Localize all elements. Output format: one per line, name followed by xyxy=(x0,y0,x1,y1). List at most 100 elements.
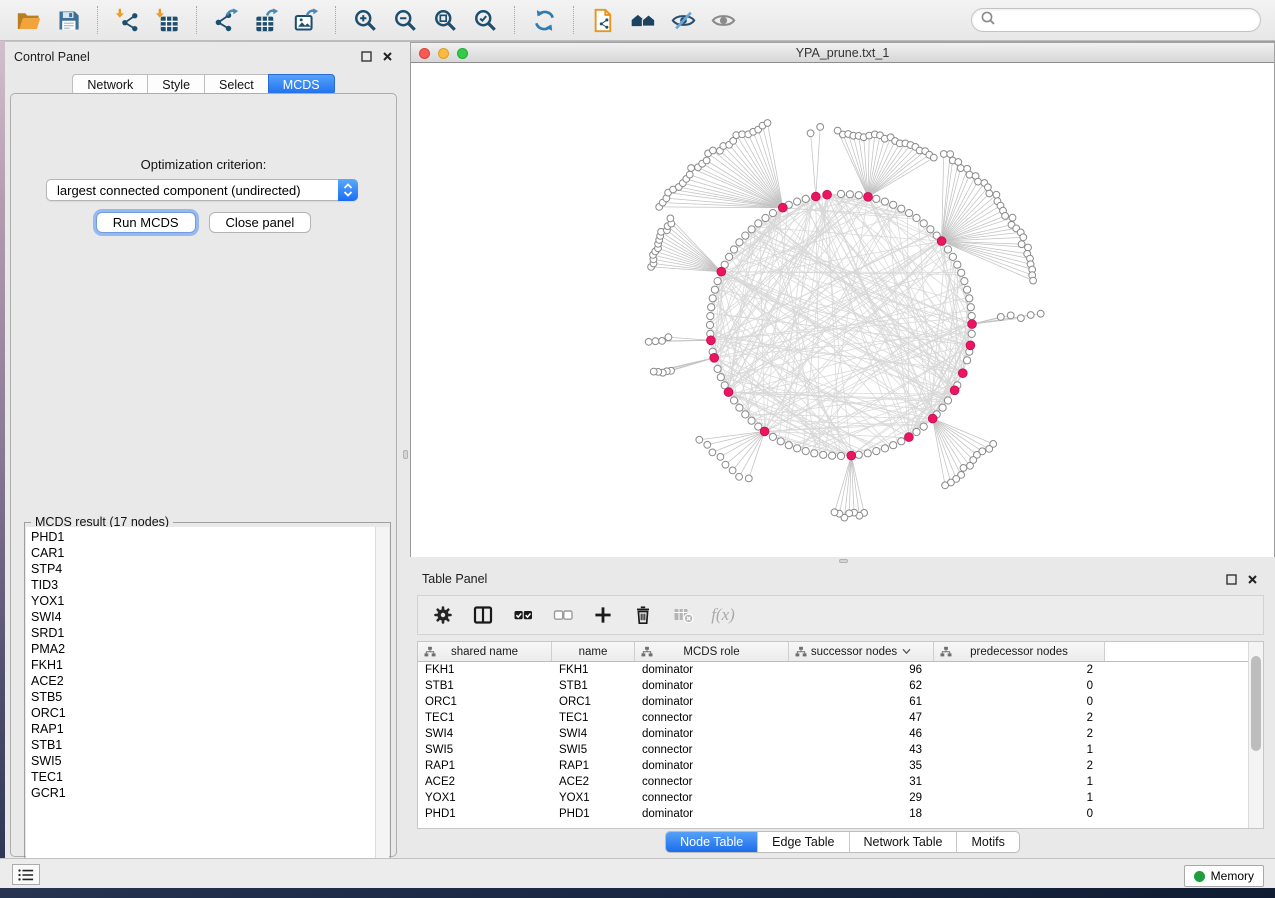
table-cell: RAP1 xyxy=(552,758,635,774)
tab-network-table[interactable]: Network Table xyxy=(850,832,958,852)
save-session-button[interactable] xyxy=(48,3,88,37)
import-table-button[interactable] xyxy=(147,3,187,37)
export-network-button[interactable] xyxy=(206,3,246,37)
column-header-successor-nodes[interactable]: successor nodes xyxy=(789,642,934,661)
delete-column-button[interactable] xyxy=(630,602,656,628)
tab-select[interactable]: Select xyxy=(204,74,268,95)
open-file-button[interactable] xyxy=(8,3,48,37)
save-session-icon xyxy=(55,7,82,34)
mcds-node-item[interactable]: SWI4 xyxy=(26,609,375,625)
table-row[interactable]: YOX1YOX1connector291 xyxy=(418,790,1263,806)
mcds-node-item[interactable]: YOX1 xyxy=(26,593,375,609)
close-mcds-button[interactable]: Close panel xyxy=(209,212,312,233)
export-image-button[interactable] xyxy=(286,3,326,37)
zoom-out-button[interactable] xyxy=(385,3,425,37)
mcds-node-item[interactable]: ACE2 xyxy=(26,673,375,689)
mcds-node-item[interactable]: CAR1 xyxy=(26,545,375,561)
apply-function-button: f(x) xyxy=(710,602,736,628)
table-row[interactable]: STB1STB1dominator620 xyxy=(418,678,1263,694)
show-all-icon xyxy=(710,7,737,34)
mcds-node-item[interactable]: TEC1 xyxy=(26,769,375,785)
zoom-in-button[interactable] xyxy=(345,3,385,37)
table-cell: connector xyxy=(635,710,789,726)
mcds-result-list[interactable]: PHD1CAR1STP4TID3YOX1SWI4SRD1PMA2FKH1ACE2… xyxy=(26,527,389,886)
mcds-node-item[interactable]: STP4 xyxy=(26,561,375,577)
float-table-panel-icon[interactable] xyxy=(1224,572,1238,586)
tab-edge-table[interactable]: Edge Table xyxy=(758,832,849,852)
hide-selected-button[interactable] xyxy=(663,3,703,37)
criterion-dropdown[interactable]: largest connected component (undirected) xyxy=(46,179,358,201)
search-icon xyxy=(980,10,995,30)
export-table-button[interactable] xyxy=(246,3,286,37)
select-all-rows-icon xyxy=(511,603,535,627)
table-row[interactable]: SWI4SWI4dominator462 xyxy=(418,726,1263,742)
vertical-splitter-handle[interactable] xyxy=(403,450,408,459)
search-input[interactable] xyxy=(1000,13,1252,27)
mcds-node-item[interactable]: PMA2 xyxy=(26,641,375,657)
column-header-shared-name[interactable]: shared name xyxy=(418,642,552,661)
table-row[interactable]: FKH1FKH1dominator962 xyxy=(418,662,1263,678)
table-row[interactable]: RAP1RAP1dominator352 xyxy=(418,758,1263,774)
mcds-node-item[interactable]: SWI5 xyxy=(26,753,375,769)
task-history-button[interactable] xyxy=(12,864,40,885)
delete-column-icon xyxy=(631,603,655,627)
table-cell: connector xyxy=(635,790,789,806)
table-row[interactable]: ORC1ORC1dominator610 xyxy=(418,694,1263,710)
memory-button[interactable]: Memory xyxy=(1184,865,1264,887)
network-window-titlebar[interactable]: YPA_prune.txt_1 xyxy=(410,42,1275,63)
first-neighbors-button[interactable] xyxy=(623,3,663,37)
table-row[interactable]: TEC1TEC1connector472 xyxy=(418,710,1263,726)
new-network-from-selection-button[interactable] xyxy=(583,3,623,37)
mcds-node-item[interactable]: FKH1 xyxy=(26,657,375,673)
network-view-canvas[interactable] xyxy=(410,63,1275,557)
horizontal-splitter-handle[interactable] xyxy=(839,559,848,563)
mcds-node-item[interactable]: STB5 xyxy=(26,689,375,705)
column-header-predecessor-nodes[interactable]: predecessor nodes xyxy=(934,642,1105,661)
column-header-name[interactable]: name xyxy=(552,642,635,661)
mcds-node-item[interactable]: TID3 xyxy=(26,577,375,593)
tab-mcds[interactable]: MCDS xyxy=(268,74,335,95)
column-header-MCDS-role[interactable]: MCDS role xyxy=(635,642,789,661)
import-table-icon xyxy=(154,7,181,34)
mcds-node-item[interactable]: RAP1 xyxy=(26,721,375,737)
zoom-selected-button[interactable] xyxy=(465,3,505,37)
table-cell: 47 xyxy=(789,710,934,726)
mcds-node-item[interactable]: PHD1 xyxy=(26,529,375,545)
table-cell: PHD1 xyxy=(552,806,635,822)
table-cell: 2 xyxy=(934,662,1105,678)
tab-node-table[interactable]: Node Table xyxy=(666,832,758,852)
close-panel-icon[interactable] xyxy=(380,49,394,63)
refresh-button[interactable] xyxy=(524,3,564,37)
add-column-button[interactable] xyxy=(590,602,616,628)
select-all-rows-button[interactable] xyxy=(510,602,536,628)
close-table-panel-icon[interactable] xyxy=(1245,572,1259,586)
node-table[interactable]: shared namenameMCDS rolesuccessor nodesp… xyxy=(417,641,1264,829)
tab-motifs[interactable]: Motifs xyxy=(957,832,1018,852)
horizontal-splitter[interactable] xyxy=(410,557,1275,565)
float-panel-icon[interactable] xyxy=(359,49,373,63)
table-row[interactable]: ACE2ACE2connector311 xyxy=(418,774,1263,790)
mcds-node-item[interactable]: ORC1 xyxy=(26,705,375,721)
deselect-all-rows-button[interactable] xyxy=(550,602,576,628)
import-network-button[interactable] xyxy=(107,3,147,37)
show-all-button[interactable] xyxy=(703,3,743,37)
mcds-node-item[interactable]: STB1 xyxy=(26,737,375,753)
table-options-button[interactable] xyxy=(430,602,456,628)
search-box[interactable] xyxy=(971,8,1261,32)
run-mcds-button[interactable]: Run MCDS xyxy=(96,212,196,233)
tab-style[interactable]: Style xyxy=(147,74,204,95)
zoom-fit-button[interactable] xyxy=(425,3,465,37)
mcds-list-scrollbar[interactable] xyxy=(375,527,389,886)
table-scrollbar[interactable] xyxy=(1248,642,1263,828)
memory-status-dot xyxy=(1194,871,1205,882)
zoom-selected-icon xyxy=(472,7,499,34)
tab-network[interactable]: Network xyxy=(72,74,147,95)
mcds-node-item[interactable]: SRD1 xyxy=(26,625,375,641)
table-row[interactable]: PHD1PHD1dominator180 xyxy=(418,806,1263,822)
mcds-node-item[interactable]: GCR1 xyxy=(26,785,375,801)
table-scrollbar-thumb[interactable] xyxy=(1251,656,1261,751)
table-cell: 1 xyxy=(934,774,1105,790)
toggle-columns-button[interactable] xyxy=(470,602,496,628)
table-row[interactable]: SWI5SWI5connector431 xyxy=(418,742,1263,758)
network-graph[interactable] xyxy=(411,63,1274,556)
